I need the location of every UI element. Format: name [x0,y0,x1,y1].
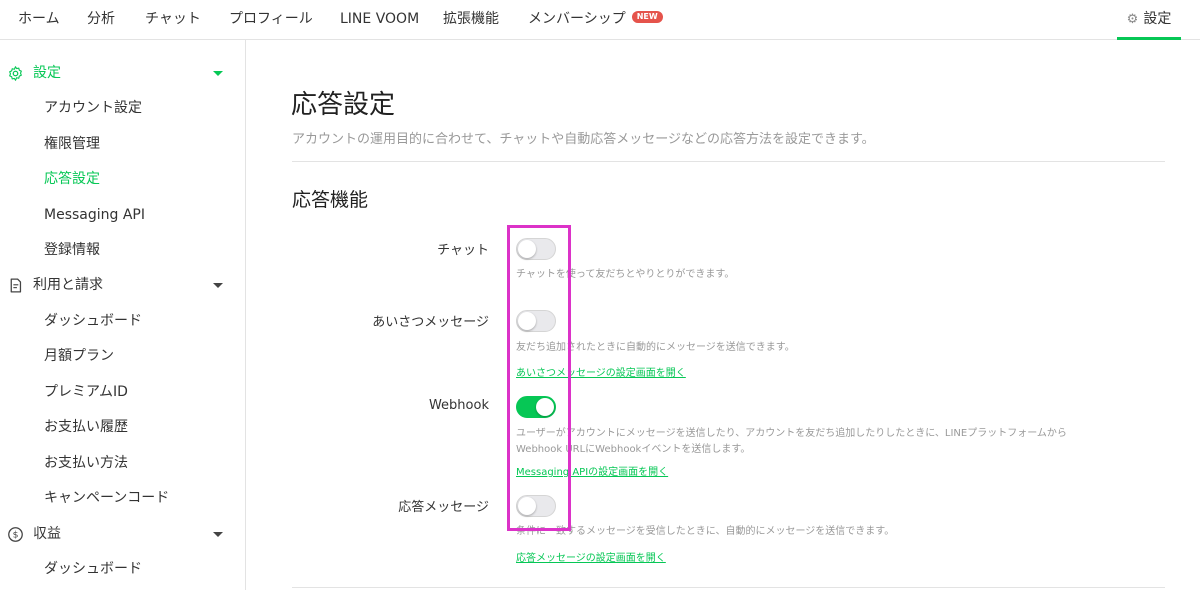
page-description: アカウントの運用目的に合わせて、チャットや自動応答メッセージなどの応答方法を設定… [292,132,875,147]
sidebar-section-label: 収益 [33,526,61,542]
nav-membership[interactable]: メンバーシップ NEW [528,0,663,40]
nav-profile[interactable]: プロフィール [229,0,313,40]
sidebar-item-payment-method[interactable]: お支払い方法 [0,448,245,478]
dollar-icon: $ [8,527,23,542]
chat-label: チャット [437,243,489,258]
toggle-knob [518,312,536,330]
toggle-knob [536,398,554,416]
sidebar-section-settings[interactable]: 設定 [0,58,245,88]
nav-settings[interactable]: ⚙ 設定 [1117,0,1181,40]
caret-down-icon [213,71,223,76]
chat-toggle[interactable] [516,238,556,260]
new-badge: NEW [631,11,663,23]
sidebar-item-payment-history[interactable]: お支払い履歴 [0,412,245,442]
top-navigation: ホーム 分析 チャット プロフィール LINE VOOM 拡張機能 メンバーシッ… [0,0,1200,40]
auto-response-label: 応答メッセージ [398,500,489,515]
sidebar-item-permissions[interactable]: 権限管理 [0,129,245,159]
greeting-message-toggle[interactable] [516,310,556,332]
section-title: 応答機能 [292,189,369,211]
divider [292,161,1165,162]
toggle-knob [518,497,536,515]
sidebar-item-monthly-plan[interactable]: 月額プラン [0,341,245,371]
sidebar-item-account-settings[interactable]: アカウント設定 [0,93,245,123]
webhook-toggle[interactable] [516,396,556,418]
auto-response-settings-link[interactable]: 応答メッセージの設定画面を開く [516,549,666,564]
nav-chat[interactable]: チャット [145,0,201,40]
sidebar: 設定 アカウント設定 権限管理 応答設定 Messaging API 登録情報 … [0,40,246,590]
sidebar-item-messaging-api[interactable]: Messaging API [0,200,245,230]
webhook-description-line-1: ユーザーがアカウントにメッセージを送信したり、アカウントを友だち追加したりしたと… [516,428,1067,439]
sidebar-item-registration-info[interactable]: 登録情報 [0,235,245,265]
messaging-api-settings-link[interactable]: Messaging APIの設定画面を開く [516,463,668,478]
chat-description: チャットを使って友だちとやりとりができます。 [516,269,735,280]
greeting-message-settings-link[interactable]: あいさつメッセージの設定画面を開く [516,364,686,379]
main-content: 応答設定 アカウントの運用目的に合わせて、チャットや自動応答メッセージなどの応答… [247,40,1200,590]
nav-settings-label: 設定 [1143,11,1172,27]
gear-icon [9,66,22,81]
nav-extensions[interactable]: 拡張機能 [443,0,499,40]
nav-membership-label: メンバーシップ [528,11,626,27]
sidebar-section-revenue[interactable]: $ 収益 [0,519,245,549]
greeting-message-label: あいさつメッセージ [372,315,489,330]
sidebar-item-billing-dashboard[interactable]: ダッシュボード [0,306,245,336]
sidebar-item-campaign-code[interactable]: キャンペーンコード [0,483,245,513]
auto-response-description: 条件に一致するメッセージを受信したときに、自動的にメッセージを送信できます。 [516,526,895,537]
greeting-message-description: 友だち追加されたときに自動的にメッセージを送信できます。 [516,342,795,353]
sidebar-section-label: 利用と請求 [33,277,103,293]
sidebar-item-revenue-dashboard[interactable]: ダッシュボード [0,554,245,584]
svg-text:$: $ [13,530,19,541]
webhook-description-line-2: Webhook URLにWebhookイベントを送信します。 [516,444,751,455]
caret-down-icon [213,532,223,537]
auto-response-toggle[interactable] [516,495,556,517]
nav-analytics[interactable]: 分析 [87,0,115,40]
divider [292,587,1165,588]
gear-icon: ⚙ [1126,12,1139,27]
sidebar-item-premium-id[interactable]: プレミアムID [0,377,245,407]
sidebar-section-label: 設定 [33,65,61,81]
page-title: 応答設定 [291,90,396,120]
sidebar-item-response-settings[interactable]: 応答設定 [0,164,245,194]
nav-line-voom[interactable]: LINE VOOM [340,0,419,40]
nav-home[interactable]: ホーム [18,0,60,40]
sidebar-section-billing[interactable]: 利用と請求 [0,270,245,300]
document-icon [10,278,22,293]
caret-down-icon [213,283,223,288]
toggle-knob [518,240,536,258]
webhook-label: Webhook [428,398,489,413]
